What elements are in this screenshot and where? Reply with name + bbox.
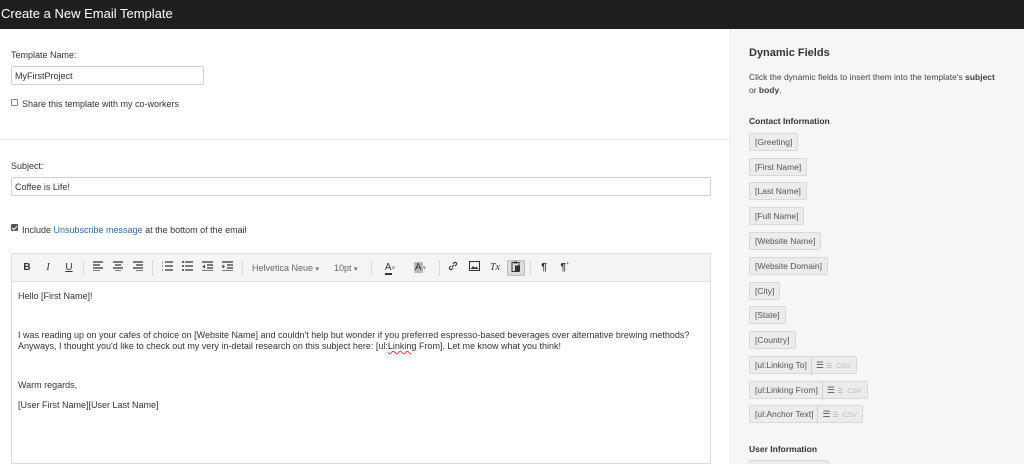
rtl-button[interactable]: ¶ʿ xyxy=(558,261,572,275)
editor-line-greeting: Hello [First Name]! xyxy=(18,291,93,301)
include-suffix: at the bottom of the email xyxy=(142,225,247,235)
indent-icon[interactable] xyxy=(221,261,233,275)
spellcheck-word: Linking xyxy=(387,341,417,351)
user-info-heading: User Information xyxy=(749,444,818,454)
template-name-input[interactable] xyxy=(11,66,204,85)
link-field-chip[interactable]: [ul:Anchor Text] ☰ ☰ CSV xyxy=(749,405,864,424)
italic-button[interactable]: I xyxy=(42,261,54,275)
csv-option[interactable]: CSV xyxy=(843,412,857,419)
toolbar-separator xyxy=(439,260,440,276)
link-icon[interactable] xyxy=(446,261,460,275)
editor-text: Anyways, I thought you'd like to check o… xyxy=(18,341,388,351)
font-size-select[interactable]: 10pt ▾ xyxy=(334,261,358,275)
field-chip[interactable]: [State] xyxy=(749,306,786,324)
list-icon[interactable]: ☰ xyxy=(827,385,835,395)
toolbar-separator xyxy=(152,260,153,276)
font-family-select[interactable]: Helvetica Neue ▾ xyxy=(252,261,319,275)
underline-button[interactable]: U xyxy=(63,261,75,275)
page-title: Create a New Email Template xyxy=(1,6,173,21)
share-label: Share this template with my co-workers xyxy=(22,99,180,109)
field-chip[interactable]: [City] xyxy=(749,282,781,300)
editor-line-signature: [User First Name][User Last Name] xyxy=(18,400,159,410)
sidebar-title: Dynamic Fields xyxy=(749,47,830,59)
include-unsubscribe-checkbox[interactable] xyxy=(11,224,18,231)
font-family-value: Helvetica Neue xyxy=(252,263,314,273)
bold-button[interactable]: B xyxy=(21,261,33,275)
field-chip[interactable]: [First Name] xyxy=(749,158,808,176)
chip-options: ☰ ☰ CSV xyxy=(817,406,857,424)
editor-toolbar: B I U Helvetica Neue ▾ 10pt ▾ A▾ A▾ Tx ¶… xyxy=(11,253,711,282)
desc-text: or xyxy=(749,85,759,95)
align-left-icon[interactable] xyxy=(92,261,104,275)
clear-format-button[interactable]: Tx xyxy=(488,261,502,275)
sidebar-description: Click the dynamic fields to insert them … xyxy=(749,71,1021,97)
chip-options: ☰ ☰ CSV xyxy=(810,357,851,375)
field-chip[interactable]: [Full Name] xyxy=(749,207,805,225)
ltr-button[interactable]: ¶ xyxy=(538,261,550,275)
desc-text: . xyxy=(779,85,782,95)
field-chip[interactable]: [Website Name] xyxy=(749,232,822,250)
list-icon[interactable]: ☰ xyxy=(816,360,824,370)
ordered-list-icon[interactable] xyxy=(161,261,173,275)
image-icon[interactable] xyxy=(467,261,481,275)
desc-subject: subject xyxy=(965,72,995,82)
chip-options: ☰ ☰ CSV xyxy=(821,382,862,400)
email-body-editor[interactable]: Hello [First Name]! I was reading up on … xyxy=(11,282,711,464)
chip-label: [ul:Linking From] xyxy=(755,385,818,395)
template-name-label: Template Name: xyxy=(11,50,77,60)
align-center-icon[interactable] xyxy=(112,261,124,275)
background-color-button[interactable]: A▾ xyxy=(409,261,431,275)
chip-label: [ul:Linking To] xyxy=(755,360,807,370)
include-unsubscribe-label: Include Unsubscribe message at the botto… xyxy=(22,225,247,235)
link-field-chip[interactable]: [ul:Linking From] ☰ ☰ CSV xyxy=(749,381,868,400)
include-prefix: Include xyxy=(22,225,54,235)
font-size-value: 10pt xyxy=(334,263,352,273)
toolbar-separator xyxy=(530,260,531,276)
desc-body: body xyxy=(758,85,780,95)
chevron-down-icon: ▾ xyxy=(315,266,320,273)
chevron-down-icon: ▾ xyxy=(422,265,427,272)
chevron-down-icon: ▾ xyxy=(391,265,396,272)
chip-label: [ul:Anchor Text] xyxy=(755,409,814,419)
toolbar-separator xyxy=(242,260,243,276)
section-divider xyxy=(0,139,731,140)
contact-info-heading: Contact Information xyxy=(749,116,830,126)
editor-line-signoff: Warm regards, xyxy=(18,380,78,390)
subject-label: Subject: xyxy=(11,161,44,171)
toolbar-separator xyxy=(83,260,84,276)
csv-option[interactable]: CSV xyxy=(836,363,850,370)
field-chip[interactable] xyxy=(749,460,829,464)
editor-line-body-1: I was reading up on your cafes of choice… xyxy=(18,330,690,340)
desc-text: Click the dynamic fields to insert them … xyxy=(749,72,966,82)
unsubscribe-message-link[interactable]: Unsubscribe message xyxy=(54,225,143,235)
chevron-down-icon: ▾ xyxy=(354,266,358,273)
field-chip[interactable]: [Greeting] xyxy=(749,133,799,151)
csv-option[interactable]: CSV xyxy=(847,388,861,395)
toolbar-separator xyxy=(371,260,372,276)
list-icon[interactable]: ☰ xyxy=(822,409,830,419)
text-color-button[interactable]: A▾ xyxy=(379,261,401,275)
paste-icon[interactable] xyxy=(507,260,525,276)
subject-input[interactable] xyxy=(11,177,711,196)
field-chip[interactable]: [Last Name] xyxy=(749,182,807,200)
link-field-chip[interactable]: [ul:Linking To] ☰ ☰ CSV xyxy=(749,356,857,375)
bullet-list-icon[interactable] xyxy=(181,261,193,275)
share-checkbox[interactable] xyxy=(11,99,18,106)
field-chip[interactable]: [Country] xyxy=(749,331,796,349)
background-color-icon: A xyxy=(413,262,423,273)
align-right-icon[interactable] xyxy=(132,261,144,275)
dynamic-fields-sidebar: Dynamic Fields Click the dynamic fields … xyxy=(732,29,1024,464)
text-color-icon: A xyxy=(384,262,392,275)
editor-text: From]. Let me know what you think! xyxy=(416,341,561,351)
outdent-icon[interactable] xyxy=(201,261,213,275)
editor-line-body-2: Anyways, I thought you'd like to check o… xyxy=(18,341,561,351)
field-chip[interactable]: [Website Domain] xyxy=(749,257,828,275)
title-bar: Create a New Email Template xyxy=(0,0,1024,29)
